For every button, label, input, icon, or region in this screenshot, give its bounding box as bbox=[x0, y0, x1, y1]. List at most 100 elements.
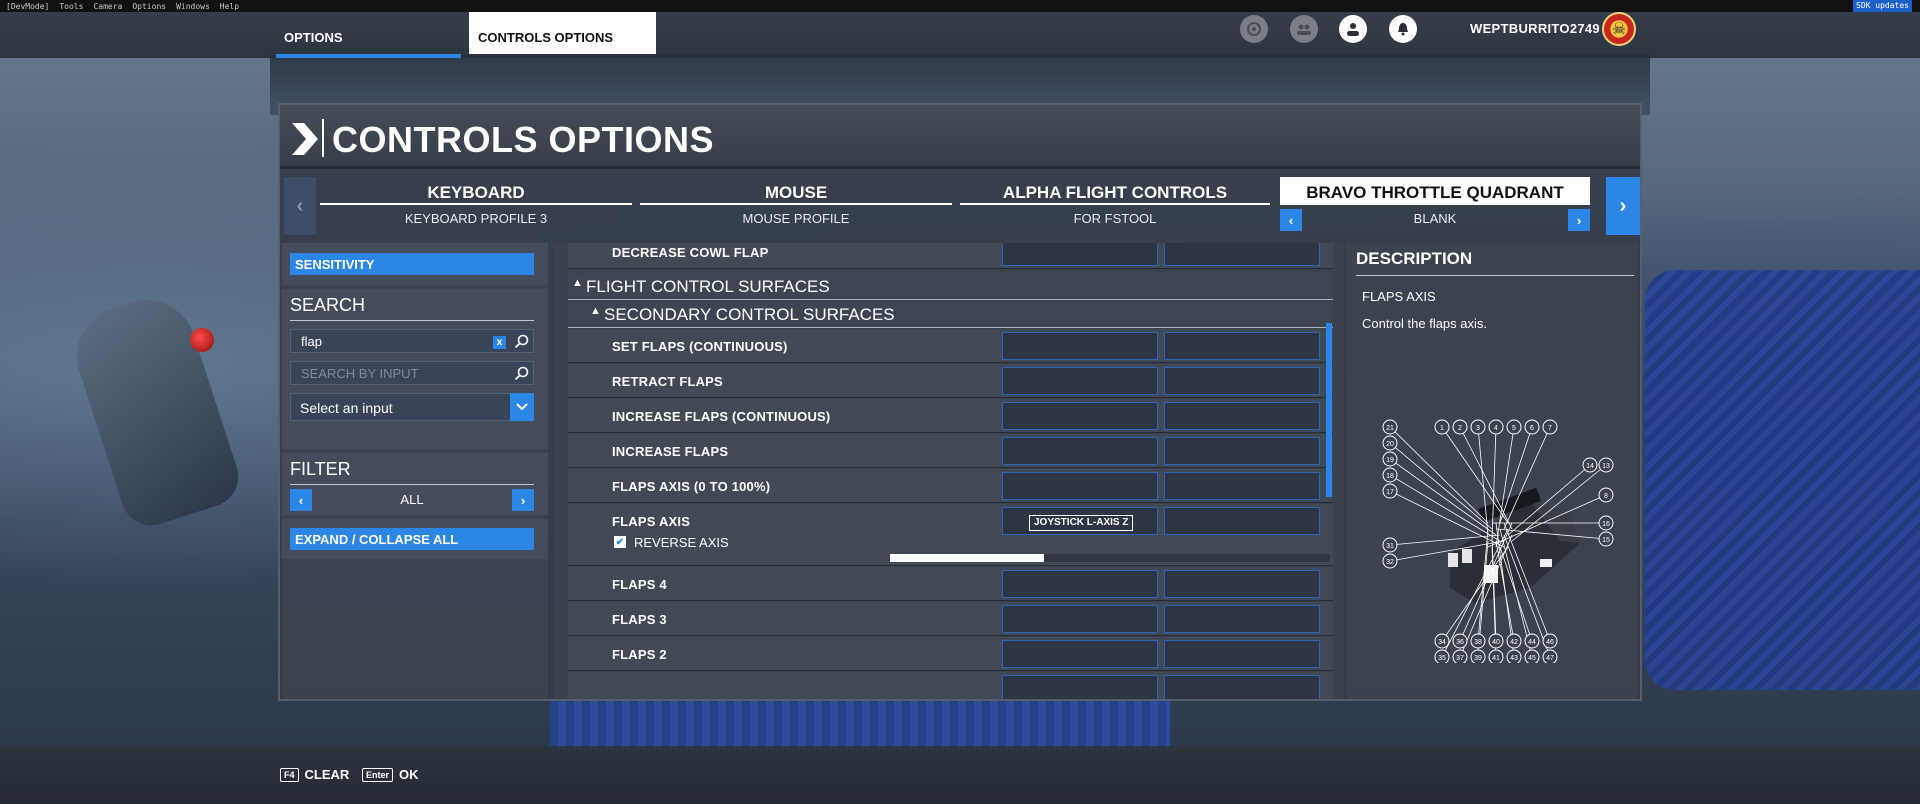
list-row-flaps-3[interactable]: FLAPS 3 bbox=[568, 602, 1333, 636]
cockpit-seat-right-background bbox=[1645, 270, 1920, 690]
select-input-dropdown[interactable]: Select an input bbox=[290, 393, 534, 421]
filter-prev-button[interactable]: ‹ bbox=[290, 489, 312, 511]
tab-controls-options[interactable]: CONTROLS OPTIONS bbox=[469, 12, 656, 54]
activity-icon[interactable] bbox=[1240, 15, 1268, 43]
binding-slot-1[interactable] bbox=[1002, 437, 1158, 465]
list-row-flaps-axis-0-100[interactable]: FLAPS AXIS (0 TO 100%) bbox=[568, 469, 1333, 503]
devbar-item-help[interactable]: Help bbox=[220, 2, 239, 11]
list-row-set-flaps-continuous[interactable]: SET FLAPS (CONTINUOUS) bbox=[568, 329, 1333, 363]
devbar-item-devmode[interactable]: [DevMode] bbox=[6, 2, 49, 11]
chevron-down-icon[interactable] bbox=[510, 393, 534, 421]
binding-slot-2[interactable] bbox=[1164, 507, 1320, 535]
diagram-callout-38: 38 bbox=[1470, 633, 1486, 649]
enter-keycap: Enter bbox=[362, 767, 394, 782]
diagram-callout-20: 20 bbox=[1382, 435, 1398, 451]
binding-slot-2[interactable] bbox=[1164, 605, 1320, 633]
search-icon[interactable] bbox=[513, 365, 531, 383]
row-label: FLAPS 4 bbox=[612, 577, 667, 592]
friends-icon[interactable] bbox=[1290, 15, 1318, 43]
clear-action[interactable]: F4 CLEAR bbox=[280, 767, 349, 782]
binding-slot-2[interactable] bbox=[1164, 402, 1320, 430]
list-row-retract-flaps[interactable]: RETRACT FLAPS bbox=[568, 364, 1333, 398]
diagram-callout-4: 4 bbox=[1488, 419, 1504, 435]
subcategory-secondary-control-surfaces[interactable]: ▲ SECONDARY CONTROL SURFACES bbox=[568, 301, 1333, 328]
list-scrollbar[interactable] bbox=[1326, 323, 1332, 497]
list-row-flaps-4[interactable]: FLAPS 4 bbox=[568, 567, 1333, 601]
device-profile: FOR FSTOOL bbox=[1073, 211, 1157, 226]
list-row-flaps-2[interactable]: FLAPS 2 bbox=[568, 637, 1333, 671]
diagram-callout-44: 44 bbox=[1524, 633, 1540, 649]
clear-search-button[interactable]: x bbox=[493, 336, 506, 349]
devbar-item-tools[interactable]: Tools bbox=[59, 2, 83, 11]
binding-slot-1[interactable] bbox=[1002, 570, 1158, 598]
binding-slot-1[interactable]: JOYSTICK L-AXIS Z bbox=[1002, 507, 1158, 535]
devbar-item-windows[interactable]: Windows bbox=[176, 2, 210, 11]
checkmark-icon: ✔ bbox=[615, 536, 625, 548]
diagram-callout-1: 1 bbox=[1434, 419, 1450, 435]
category-label: FLIGHT CONTROL SURFACES bbox=[586, 277, 830, 296]
device-bravo-throttle-quadrant[interactable]: BRAVO THROTTLE QUADRANT BLANK ‹ › bbox=[1280, 177, 1590, 235]
svg-text:45: 45 bbox=[1528, 655, 1536, 662]
binding-slot-2[interactable] bbox=[1164, 570, 1320, 598]
axis-sensitivity-slider[interactable] bbox=[890, 554, 1330, 562]
binding-slot-1[interactable] bbox=[1002, 640, 1158, 668]
clear-label: CLEAR bbox=[304, 767, 350, 782]
search-by-input-field[interactable]: SEARCH BY INPUT bbox=[290, 361, 534, 385]
diagram-callout-35: 35 bbox=[1434, 649, 1450, 663]
device-profile: MOUSE PROFILE bbox=[742, 211, 850, 226]
filter-next-button[interactable]: › bbox=[512, 489, 534, 511]
search-input[interactable]: flap x bbox=[290, 329, 534, 353]
binding-slot-2[interactable] bbox=[1164, 640, 1320, 668]
svg-text:2: 2 bbox=[1458, 425, 1462, 432]
svg-text:34: 34 bbox=[1438, 639, 1446, 646]
list-row-increase-flaps-continuous[interactable]: INCREASE FLAPS (CONTINUOUS) bbox=[568, 399, 1333, 433]
binding-slot-2[interactable] bbox=[1164, 332, 1320, 360]
list-row-flaps-axis[interactable]: FLAPS AXIS JOYSTICK L-AXIS Z ✔ REVERSE A… bbox=[568, 504, 1333, 566]
diagram-callout-14: 14 bbox=[1582, 457, 1598, 473]
binding-slot-1[interactable] bbox=[1002, 243, 1158, 266]
binding-slot-2[interactable] bbox=[1164, 243, 1320, 266]
svg-text:32: 32 bbox=[1386, 559, 1394, 566]
expand-collapse-all-button[interactable]: EXPAND / COLLAPSE ALL bbox=[290, 528, 534, 550]
device-next-button[interactable]: › bbox=[1606, 177, 1640, 235]
binding-slot-2[interactable] bbox=[1164, 367, 1320, 395]
binding-slot-1[interactable] bbox=[1002, 605, 1158, 633]
binding-slot-2[interactable] bbox=[1164, 437, 1320, 465]
svg-text:15: 15 bbox=[1602, 537, 1610, 544]
row-label: DECREASE COWL FLAP bbox=[612, 245, 769, 260]
profile-next-button[interactable]: › bbox=[1568, 209, 1590, 231]
profile-icon[interactable] bbox=[1339, 15, 1367, 43]
diagram-callout-19: 19 bbox=[1382, 451, 1398, 467]
sdk-updates-badge[interactable]: SDK updates bbox=[1853, 0, 1912, 12]
device-prev-button[interactable]: ‹ bbox=[284, 177, 316, 235]
list-row-increase-flaps[interactable]: INCREASE FLAPS bbox=[568, 434, 1333, 468]
binding-slot-2[interactable] bbox=[1164, 472, 1320, 500]
notifications-icon[interactable] bbox=[1389, 15, 1417, 43]
device-mouse[interactable]: MOUSE MOUSE PROFILE bbox=[640, 177, 952, 235]
category-flight-control-surfaces[interactable]: ▲ FLIGHT CONTROL SURFACES bbox=[568, 273, 1333, 300]
binding-slot-1[interactable] bbox=[1002, 367, 1158, 395]
devbar-item-options[interactable]: Options bbox=[132, 2, 166, 11]
search-icon[interactable] bbox=[513, 333, 531, 351]
tab-options[interactable]: OPTIONS bbox=[276, 28, 461, 58]
binding-slot-2[interactable] bbox=[1164, 675, 1320, 699]
reverse-axis-checkbox[interactable]: ✔ bbox=[614, 536, 626, 548]
username[interactable]: WEPTBURRITO2749 bbox=[1470, 21, 1600, 36]
subcategory-label: SECONDARY CONTROL SURFACES bbox=[604, 305, 895, 324]
profile-prev-button[interactable]: ‹ bbox=[1280, 209, 1302, 231]
list-row-decrease-cowl-flap[interactable]: DECREASE COWL FLAP bbox=[568, 243, 1333, 269]
avatar[interactable]: ☠ bbox=[1602, 12, 1636, 46]
expand-collapse-box: EXPAND / COLLAPSE ALL bbox=[282, 519, 548, 559]
list-row-next[interactable] bbox=[568, 672, 1333, 699]
device-keyboard[interactable]: KEYBOARD KEYBOARD PROFILE 3 bbox=[320, 177, 632, 235]
sensitivity-button[interactable]: SENSITIVITY bbox=[290, 253, 534, 275]
devbar-item-camera[interactable]: Camera bbox=[93, 2, 122, 11]
device-alpha-flight-controls[interactable]: ALPHA FLIGHT CONTROLS FOR FSTOOL bbox=[960, 177, 1270, 235]
binding-slot-1[interactable] bbox=[1002, 402, 1158, 430]
binding-slot-1[interactable] bbox=[1002, 332, 1158, 360]
binding-slot-1[interactable] bbox=[1002, 472, 1158, 500]
ok-action[interactable]: Enter OK bbox=[362, 767, 419, 782]
chevron-left-icon: ‹ bbox=[1288, 212, 1294, 228]
binding-tag: JOYSTICK L-AXIS Z bbox=[1029, 515, 1134, 531]
binding-slot-1[interactable] bbox=[1002, 675, 1158, 699]
